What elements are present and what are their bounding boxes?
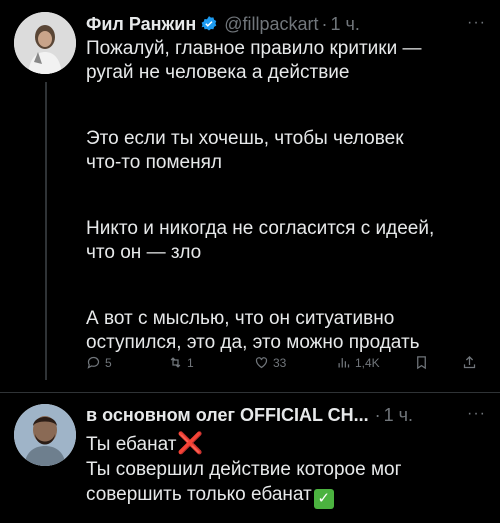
check-mark-icon: ✓ (313, 489, 334, 509)
tweet-header: в основном олег OFFICIAL CH... · 1 ч. (86, 403, 413, 427)
retweet-count: 1 (187, 355, 194, 370)
more-options-icon[interactable]: ··· (467, 405, 486, 423)
reply-count: 5 (105, 355, 112, 370)
views-button[interactable]: 1,4K (336, 355, 380, 370)
verified-badge-icon (201, 16, 217, 31)
paragraph: А вот с мыслью, что он ситуативно оступи… (86, 307, 486, 355)
thread-line (45, 82, 47, 380)
text-line: совершить только ебанат ✓ (86, 482, 486, 509)
tweet-text: Пожалуй, главное правило критики — ругай… (86, 37, 486, 355)
avatar[interactable] (14, 404, 76, 466)
avatar-photo-icon (14, 12, 76, 74)
text-line: что-то поменял (86, 152, 222, 173)
text-line: Пожалуй, главное правило критики — (86, 38, 422, 59)
author-handle[interactable]: @fillpackart (224, 14, 318, 35)
reply-button[interactable]: 5 (86, 355, 112, 370)
reply-icon (87, 356, 100, 369)
text-line: Это если ты хочешь, чтобы человек (86, 128, 404, 149)
action-bar: 5 1 33 1,4K (86, 355, 486, 375)
reply-line-2: Ты совершил действие которое мог (86, 459, 402, 480)
tweet-divider (0, 392, 500, 393)
view-count: 1,4K (355, 355, 380, 370)
retweet-button[interactable]: 1 (168, 355, 194, 370)
avatar-photo-icon (14, 404, 76, 466)
cross-mark-icon: ❌ (177, 432, 204, 455)
text-line: Никто и никогда не согласится с идеей, (86, 218, 435, 239)
timestamp[interactable]: 1 ч. (331, 14, 360, 35)
bookmark-button[interactable] (414, 355, 433, 370)
paragraph: Пожалуй, главное правило критики — ругай… (86, 37, 486, 85)
avatar[interactable] (14, 12, 76, 74)
share-icon (463, 355, 476, 369)
like-button[interactable]: 33 (254, 355, 286, 370)
paragraph: Никто и никогда не согласится с идеей, ч… (86, 217, 486, 265)
reply-line-1: Ты ебанат (86, 434, 177, 455)
author-name[interactable]: Фил Ранжин (86, 14, 196, 35)
tweet-header: Фил Ранжин @fillpackart · 1 ч. (86, 12, 360, 36)
text-line: ругай не человека а действие (86, 62, 350, 83)
more-options-icon[interactable]: ··· (467, 14, 486, 32)
text-line: оступился, это да, это можно продать (86, 332, 420, 353)
paragraph: Это если ты хочешь, чтобы человек что-то… (86, 127, 486, 175)
views-chart-icon (338, 358, 350, 368)
text-line: Ты ебанат❌ (86, 431, 486, 457)
heart-icon (255, 357, 268, 369)
separator-dot: · (321, 13, 328, 34)
text-line: А вот с мыслью, что он ситуативно (86, 308, 395, 329)
text-line: что он — зло (86, 242, 202, 263)
retweet-icon (170, 357, 181, 368)
author-name[interactable]: в основном олег OFFICIAL CH... (86, 405, 369, 426)
separator-dot: · (374, 404, 381, 425)
timestamp[interactable]: 1 ч. (384, 405, 413, 426)
bookmark-icon (417, 356, 426, 370)
share-button[interactable] (462, 355, 481, 370)
reply-line-3: совершить только ебанат (86, 484, 312, 505)
tweet-text: Ты ебанат❌ Ты совершил действие которое … (86, 431, 486, 509)
like-count: 33 (273, 355, 287, 370)
